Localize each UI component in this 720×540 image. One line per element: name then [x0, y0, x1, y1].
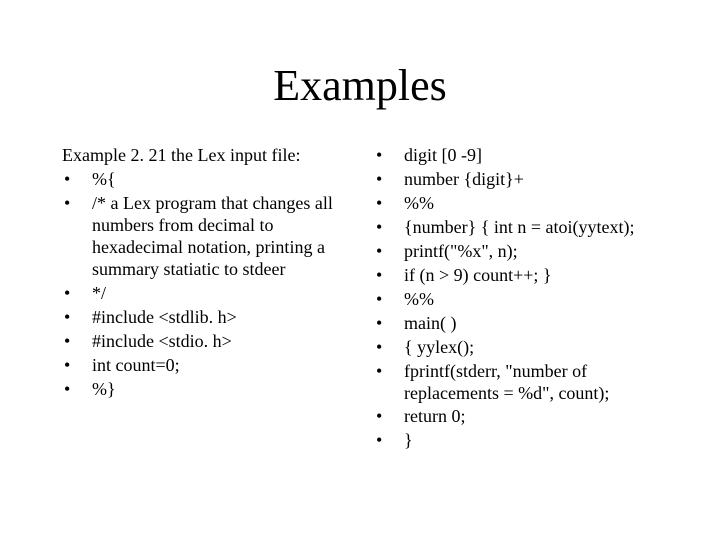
- bullet-icon: •: [374, 241, 404, 263]
- bullet-icon: •: [374, 313, 404, 335]
- list-item: • %%: [374, 193, 658, 215]
- list-item: • number {digit}+: [374, 169, 658, 191]
- bullet-icon: •: [374, 265, 404, 287]
- bullet-icon: •: [62, 283, 92, 305]
- list-item: • printf("%x", n);: [374, 241, 658, 263]
- item-text: {number} { int n = atoi(yytext);: [404, 217, 658, 239]
- item-text: { yylex();: [404, 337, 658, 359]
- bullet-icon: •: [374, 169, 404, 191]
- list-item: • if (n > 9) count++; }: [374, 265, 658, 287]
- bullet-icon: •: [62, 169, 92, 191]
- example-intro: Example 2. 21 the Lex input file:: [62, 145, 346, 167]
- list-item: • return 0;: [374, 406, 658, 428]
- right-column: • digit [0 -9] • number {digit}+ • %% • …: [374, 145, 658, 454]
- item-text: if (n > 9) count++; }: [404, 265, 658, 287]
- list-item: • /* a Lex program that changes all numb…: [62, 193, 346, 281]
- list-item: • digit [0 -9]: [374, 145, 658, 167]
- item-text: %%: [404, 289, 658, 311]
- list-item: • {number} { int n = atoi(yytext);: [374, 217, 658, 239]
- item-text: */: [92, 283, 346, 305]
- list-item: • %}: [62, 379, 346, 401]
- item-text: %%: [404, 193, 658, 215]
- bullet-icon: •: [62, 379, 92, 401]
- list-item: • fprintf(stderr, "number of replacement…: [374, 361, 658, 405]
- columns: Example 2. 21 the Lex input file: • %{ •…: [62, 145, 658, 454]
- bullet-icon: •: [374, 337, 404, 359]
- slide: Examples Example 2. 21 the Lex input fil…: [0, 0, 720, 540]
- item-text: }: [404, 430, 658, 452]
- slide-title: Examples: [62, 60, 658, 111]
- bullet-icon: •: [62, 355, 92, 377]
- item-text: return 0;: [404, 406, 658, 428]
- bullet-icon: •: [374, 361, 404, 383]
- bullet-icon: •: [374, 145, 404, 167]
- item-text: #include <stdlib. h>: [92, 307, 346, 329]
- bullet-icon: •: [374, 217, 404, 239]
- item-text: %}: [92, 379, 346, 401]
- item-text: fprintf(stderr, "number of replacements …: [404, 361, 658, 405]
- item-text: digit [0 -9]: [404, 145, 658, 167]
- item-text: main( ): [404, 313, 658, 335]
- item-text: #include <stdio. h>: [92, 331, 346, 353]
- list-item: • #include <stdlib. h>: [62, 307, 346, 329]
- bullet-icon: •: [62, 307, 92, 329]
- bullet-icon: •: [374, 193, 404, 215]
- item-text: /* a Lex program that changes all number…: [92, 193, 346, 281]
- left-column: Example 2. 21 the Lex input file: • %{ •…: [62, 145, 346, 454]
- bullet-icon: •: [374, 289, 404, 311]
- item-text: int count=0;: [92, 355, 346, 377]
- list-item: • #include <stdio. h>: [62, 331, 346, 353]
- item-text: number {digit}+: [404, 169, 658, 191]
- bullet-icon: •: [374, 430, 404, 452]
- list-item: • }: [374, 430, 658, 452]
- bullet-icon: •: [62, 193, 92, 215]
- list-item: • main( ): [374, 313, 658, 335]
- list-item: • */: [62, 283, 346, 305]
- list-item: • %{: [62, 169, 346, 191]
- bullet-icon: •: [374, 406, 404, 428]
- item-text: printf("%x", n);: [404, 241, 658, 263]
- list-item: • { yylex();: [374, 337, 658, 359]
- list-item: • int count=0;: [62, 355, 346, 377]
- list-item: • %%: [374, 289, 658, 311]
- item-text: %{: [92, 169, 346, 191]
- bullet-icon: •: [62, 331, 92, 353]
